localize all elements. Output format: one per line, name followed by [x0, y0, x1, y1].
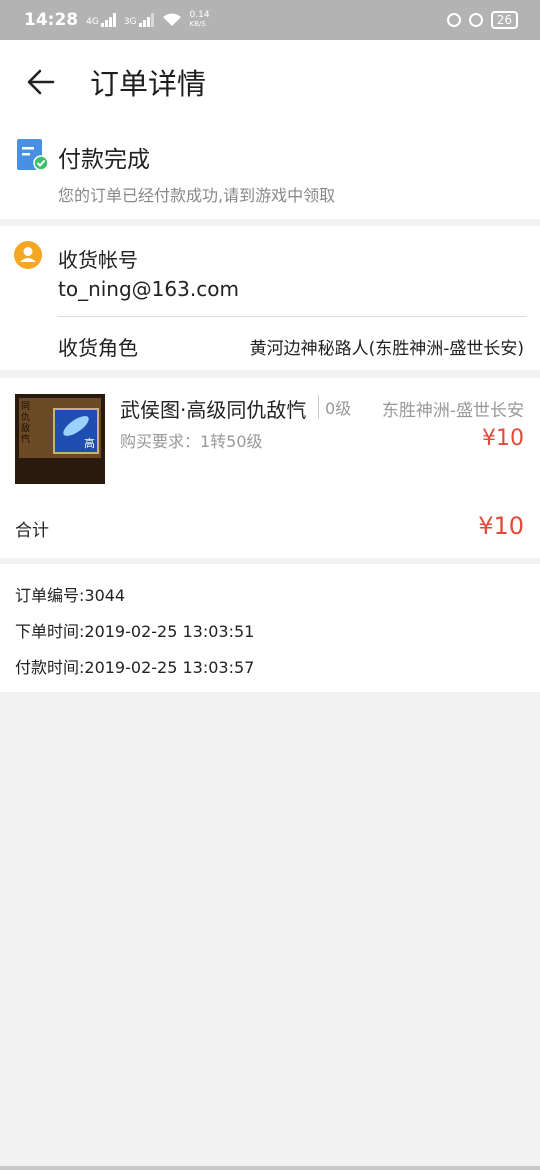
item-card: 同仇敌忾 高 武侯图·高级同仇敌忾 0级 东胜神洲-盛世长安 购买要求：1转50… — [0, 378, 540, 558]
order-status-description: 您的订单已经付款成功,请到游戏中领取 — [58, 186, 336, 205]
item-level: 0级 — [318, 395, 351, 419]
item-name: 武侯图·高级同仇敌忾 — [120, 398, 307, 422]
pay-time: 付款时间:2019-02-25 13:03:57 — [15, 658, 255, 677]
order-info-card: 订单编号:3044 下单时间:2019-02-25 13:03:51 付款时间:… — [0, 564, 540, 692]
battery-icon: 26 — [490, 11, 518, 29]
item-requirement: 购买要求：1转50级 — [120, 432, 263, 451]
signal-3g-icon: 3G — [124, 13, 154, 27]
back-button[interactable] — [26, 67, 56, 97]
status-bar: 14:28 4G 3G 0.14 KB/S 26 — [0, 0, 540, 40]
lock-icon — [446, 13, 461, 27]
role-value: 黄河边神秘路人(东胜神洲-盛世长安) — [249, 339, 524, 359]
clock: 14:28 — [24, 10, 79, 30]
nav-gesture-bar — [0, 1166, 540, 1170]
item-thumbnail[interactable]: 同仇敌忾 高 — [15, 394, 105, 484]
total-value: ¥10 — [478, 512, 524, 540]
skill-icon: 高 — [53, 408, 99, 454]
item-server: 东胜神洲-盛世长安 — [381, 401, 524, 421]
order-complete-icon — [17, 139, 48, 171]
user-icon — [14, 241, 42, 269]
header: 订单详情 — [0, 40, 540, 124]
receiver-card: 收货帐号 to_ning@163.com 收货角色 黄河边神秘路人(东胜神洲-盛… — [0, 226, 540, 370]
thumb-text: 同仇敌忾 — [21, 402, 31, 445]
net-speed: 0.14 KB/S — [189, 10, 210, 29]
account-value: to_ning@163.com — [58, 277, 239, 301]
order-status-card: 付款完成 您的订单已经付款成功,请到游戏中领取 — [0, 124, 540, 219]
thumb-badge: 高 — [84, 437, 95, 450]
role-label: 收货角色 — [58, 336, 138, 360]
order-number: 订单编号:3044 — [15, 586, 126, 605]
order-time: 下单时间:2019-02-25 13:03:51 — [15, 622, 255, 641]
alarm-icon — [468, 13, 483, 27]
total-label: 合计 — [15, 521, 49, 541]
order-status-title: 付款完成 — [58, 147, 150, 173]
signal-4g-icon: 4G — [86, 13, 116, 27]
wifi-icon — [162, 13, 181, 26]
account-label: 收货帐号 — [58, 248, 138, 272]
page-title: 订单详情 — [90, 67, 207, 101]
arrow-left-icon — [27, 69, 55, 95]
divider — [58, 316, 526, 317]
item-price: ¥10 — [482, 426, 524, 451]
